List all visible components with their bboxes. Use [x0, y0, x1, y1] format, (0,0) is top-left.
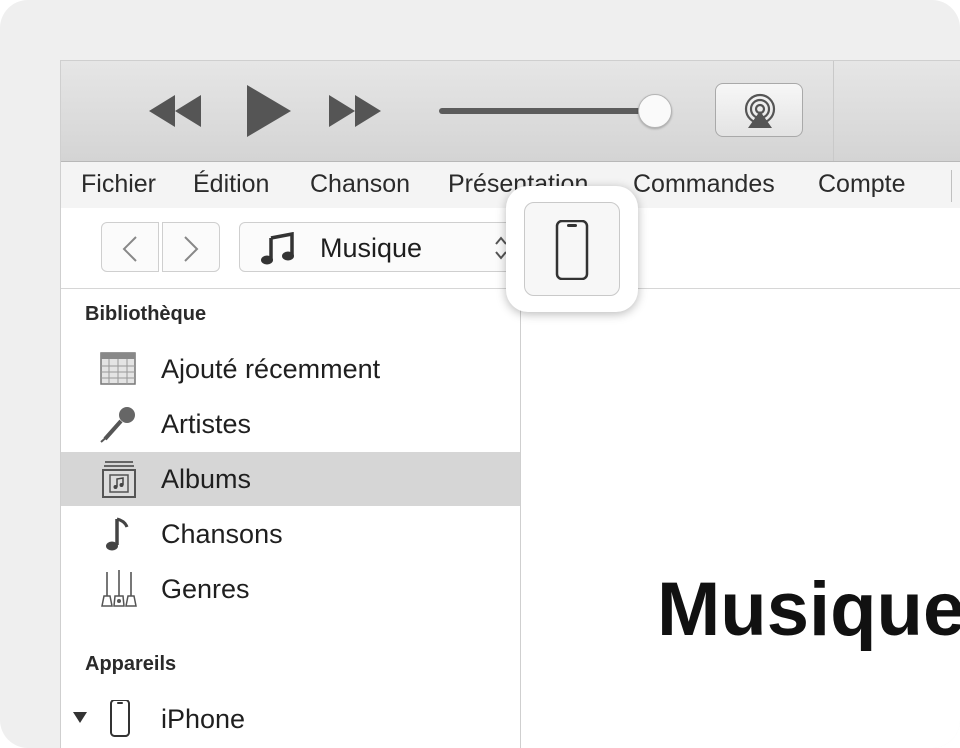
play-icon [247, 85, 291, 137]
iphone-icon [110, 700, 130, 737]
chevron-right-icon [184, 236, 199, 262]
media-type-label: Musique [320, 233, 423, 263]
calendar-grid-icon [100, 352, 136, 385]
iphone-icon [555, 220, 589, 280]
menu-compte[interactable]: Compte [818, 170, 906, 199]
rewind-icon [149, 95, 201, 127]
fast-forward-icon [329, 95, 381, 127]
page-title: Musique [657, 567, 960, 652]
rewind-button[interactable] [149, 95, 203, 127]
toolbar-divider [833, 61, 834, 161]
sidebar-item-genres[interactable]: Genres [61, 562, 520, 616]
airplay-button[interactable] [715, 83, 803, 137]
sidebar-item-songs[interactable]: Chansons [61, 507, 520, 561]
playback-toolbar [61, 61, 960, 162]
album-stack-icon [102, 461, 136, 498]
airplay-icon [744, 93, 776, 128]
media-type-selector[interactable]: Musique [239, 222, 529, 272]
sidebar-item-label: Albums [161, 464, 252, 494]
menu-commandes[interactable]: Commandes [633, 170, 775, 199]
itunes-window: Fichier Édition Chanson Présentation Com… [60, 60, 960, 748]
music-note-icon [261, 232, 294, 265]
sidebar-item-label: Chansons [161, 519, 283, 549]
volume-slider[interactable] [439, 108, 663, 114]
play-button[interactable] [245, 85, 291, 137]
sidebar-item-label: Artistes [161, 409, 252, 439]
device-button[interactable] [524, 202, 620, 296]
sidebar-item-artists[interactable]: Artistes [61, 397, 520, 451]
back-button[interactable] [101, 222, 159, 272]
menu-edition[interactable]: Édition [193, 170, 269, 199]
sidebar-item-label: Genres [161, 574, 250, 604]
forward-button[interactable] [162, 222, 220, 272]
disclosure-triangle-icon[interactable] [73, 712, 87, 723]
sidebar-item-label: iPhone [161, 704, 246, 734]
menu-fichier[interactable]: Fichier [81, 170, 156, 199]
device-button-highlight [506, 186, 638, 312]
section-title-library: Bibliothèque [85, 303, 207, 325]
screenshot-frame: Fichier Édition Chanson Présentation Com… [0, 0, 960, 748]
sidebar-item-recently-added[interactable]: Ajouté récemment [61, 342, 520, 396]
fast-forward-button[interactable] [329, 95, 383, 127]
guitars-icon [101, 570, 137, 607]
section-title-devices: Appareils [85, 653, 177, 675]
sidebar-item-iphone[interactable]: iPhone [61, 692, 520, 746]
chevron-left-icon [122, 236, 137, 262]
music-note-icon [106, 517, 129, 551]
volume-slider-knob[interactable] [638, 94, 672, 128]
sidebar: Bibliothèque Ajouté récemment Artistes A… [61, 289, 521, 748]
menu-bar-edge [951, 170, 952, 202]
sidebar-item-label: Ajouté récemment [161, 354, 381, 384]
sidebar-item-albums[interactable]: Albums [61, 452, 520, 506]
microphone-icon [100, 407, 135, 443]
menu-chanson[interactable]: Chanson [310, 170, 410, 199]
